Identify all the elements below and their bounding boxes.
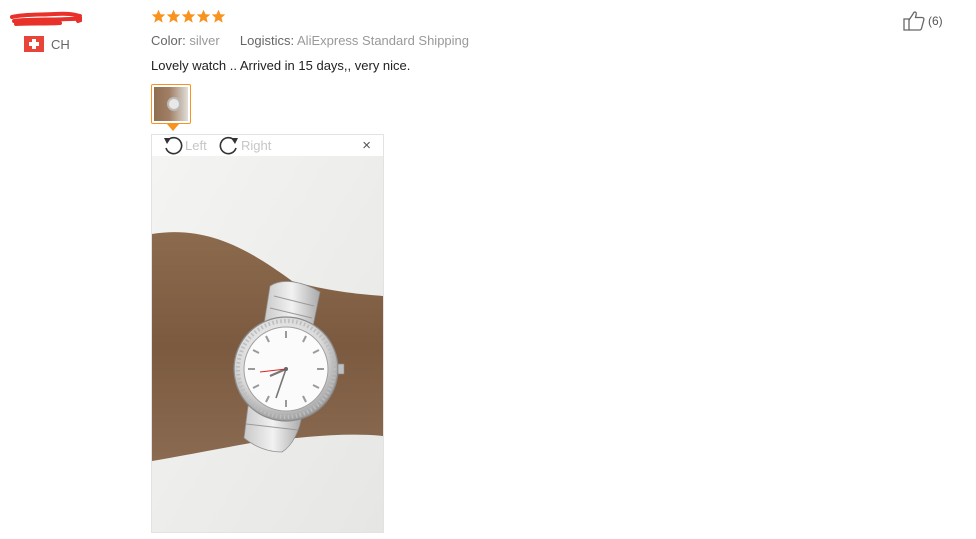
rotate-left-button[interactable]: Left (162, 135, 207, 155)
thumbs-up-icon (903, 11, 925, 31)
star-icon (196, 9, 211, 23)
thumbnail-pointer (167, 124, 179, 131)
star-icon (151, 9, 166, 23)
rotate-right-icon (219, 136, 238, 155)
helpful-button[interactable]: (6) (902, 10, 943, 32)
star-icon (181, 9, 196, 23)
helpful-count: (6) (928, 14, 943, 28)
star-rating (151, 9, 226, 24)
reviewer-country: CH (24, 36, 70, 52)
swiss-flag-icon (24, 36, 44, 52)
country-code: CH (51, 36, 70, 52)
rotate-right-label: Right (241, 137, 272, 153)
rotate-left-label: Left (185, 137, 207, 153)
rotate-left-icon (164, 136, 183, 155)
viewer-toolbar: Left Right × (152, 135, 383, 156)
redacted-reviewer-name (10, 11, 82, 26)
star-icon (211, 9, 226, 23)
star-icon (166, 9, 181, 23)
thumbnail-image (154, 87, 188, 121)
review-photo-thumbnail[interactable] (151, 84, 191, 124)
review-text: Lovely watch .. Arrived in 15 days,, ver… (151, 58, 411, 73)
color-value: silver (189, 33, 220, 48)
logistics-label: Logistics: (239, 33, 295, 48)
color-label: Color: (151, 33, 186, 48)
logistics-value: AliExpress Standard Shipping (297, 33, 470, 48)
close-viewer-button[interactable]: × (362, 137, 371, 154)
rotate-right-button[interactable]: Right (218, 135, 271, 155)
review-photo (152, 156, 383, 532)
review-attributes: Color: silver Logistics: AliExpress Stan… (151, 33, 469, 48)
photo-viewer: Left Right × (151, 134, 384, 533)
